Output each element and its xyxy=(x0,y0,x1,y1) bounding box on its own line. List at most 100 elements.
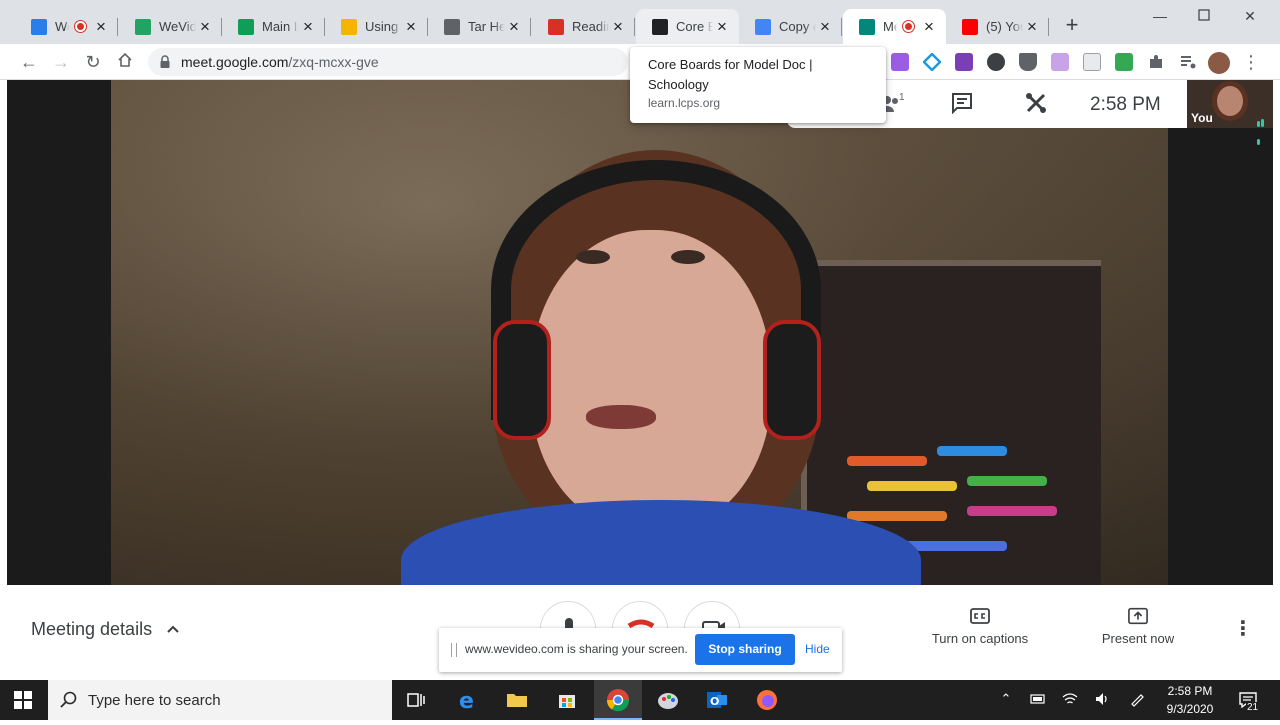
chrome-icon xyxy=(606,689,630,712)
reload-button[interactable]: ↻ xyxy=(81,50,105,74)
participant-count: 1 xyxy=(899,92,905,103)
profile-avatar[interactable] xyxy=(1208,52,1230,74)
person-face xyxy=(531,230,771,530)
captions-label: Turn on captions xyxy=(931,631,1029,646)
url-text: meet.google.com/zxq-mcxx-gve xyxy=(181,54,379,70)
more-options-button[interactable]: ⋮ xyxy=(1233,617,1253,641)
present-screen-icon xyxy=(1128,607,1148,625)
diamond-icon xyxy=(922,52,942,72)
share-message: www.wevideo.com is sharing your screen. xyxy=(465,642,688,656)
new-tab-button[interactable]: + xyxy=(1060,14,1084,38)
tab-hover-card: Core Boards for Model Doc | Schoology le… xyxy=(630,47,886,123)
person-eye xyxy=(671,250,705,264)
back-button[interactable]: ← xyxy=(17,50,41,74)
tab-separator xyxy=(841,18,842,36)
self-view-face xyxy=(1217,86,1243,116)
close-tab-icon[interactable]: × xyxy=(816,17,834,36)
stop-sharing-button[interactable]: Stop sharing xyxy=(695,634,795,665)
extension-purple-icon[interactable] xyxy=(891,53,909,71)
meet-clock: 2:58 PM xyxy=(1090,94,1161,115)
show-hidden-icons-button[interactable]: ⌃ xyxy=(998,691,1014,707)
present-label: Present now xyxy=(1101,631,1175,646)
taskbar-time[interactable]: 2:58 PM xyxy=(1160,684,1220,698)
address-bar[interactable]: meet.google.com/zxq-mcxx-gve xyxy=(148,48,628,76)
browser-tab[interactable]: We × xyxy=(15,9,118,44)
close-window-button[interactable]: ✕ xyxy=(1240,6,1260,26)
media-control-icon[interactable] xyxy=(1179,53,1197,71)
extensions-puzzle-icon[interactable] xyxy=(1147,53,1165,71)
taskbar-date[interactable]: 9/3/2020 xyxy=(1160,702,1220,716)
task-view-button[interactable] xyxy=(402,686,430,714)
wifi-icon[interactable] xyxy=(1062,691,1078,707)
browser-tab[interactable]: Me × xyxy=(843,9,946,44)
close-tab-icon[interactable]: × xyxy=(920,17,938,36)
close-tab-icon[interactable]: × xyxy=(92,17,110,36)
volume-icon[interactable] xyxy=(1094,691,1110,707)
svg-text:e: e xyxy=(459,689,474,714)
hide-share-bar-button[interactable]: Hide xyxy=(805,642,830,656)
meeting-details-button[interactable]: Meeting details xyxy=(31,619,152,640)
person-eye xyxy=(576,250,610,264)
battery-icon[interactable] xyxy=(1030,691,1046,707)
close-tab-icon[interactable]: × xyxy=(609,17,627,36)
tab-title: Me xyxy=(883,19,897,34)
tab-separator xyxy=(530,18,531,36)
close-tab-icon[interactable]: × xyxy=(505,17,523,36)
poster-stripe xyxy=(847,511,947,521)
maximize-button[interactable] xyxy=(1194,6,1214,26)
browser-tab[interactable]: Main In× xyxy=(222,9,325,44)
speaker-shape xyxy=(1096,693,1107,705)
extension-green-icon[interactable] xyxy=(1115,53,1133,71)
chat-button[interactable] xyxy=(951,92,975,116)
headphone-earcup-left xyxy=(493,320,551,440)
windows-start-icon[interactable] xyxy=(14,691,32,709)
browser-tab[interactable]: Core Bo× xyxy=(636,9,739,44)
present-now-button[interactable]: Present now xyxy=(1073,607,1203,646)
extension-puzzle-lilac-icon[interactable] xyxy=(1051,53,1069,71)
forward-button[interactable]: → xyxy=(49,50,73,74)
browser-tab[interactable]: Copy o× xyxy=(739,9,842,44)
close-tab-icon[interactable]: × xyxy=(299,17,317,36)
close-tab-icon[interactable]: × xyxy=(402,17,420,36)
paint-taskbar-button[interactable] xyxy=(654,686,682,714)
tab-title: Tar Hee xyxy=(468,19,505,34)
browser-tab[interactable]: Using A× xyxy=(325,9,428,44)
chrome-taskbar-button[interactable] xyxy=(594,680,642,720)
outlook-taskbar-button[interactable]: O xyxy=(703,686,731,714)
close-tab-icon[interactable]: × xyxy=(196,17,214,36)
edge-icon: e xyxy=(459,689,474,714)
extension-drive-icon[interactable] xyxy=(1019,53,1037,71)
poster-stripe xyxy=(847,456,927,466)
meet-stage xyxy=(7,80,1273,585)
svg-text:O: O xyxy=(710,695,719,708)
taskbar-search-box[interactable]: Type here to search xyxy=(48,680,392,720)
store-button[interactable] xyxy=(553,686,581,714)
browser-menu-button[interactable]: ⋮ xyxy=(1242,50,1260,74)
globe-icon xyxy=(444,18,460,35)
browser-tab[interactable]: (5) You× xyxy=(946,9,1049,44)
tab-title: Main In xyxy=(262,19,299,34)
pen-icon[interactable] xyxy=(1129,691,1145,707)
extension-pdf-icon[interactable] xyxy=(955,53,973,71)
edge-taskbar-button[interactable]: e xyxy=(453,686,481,714)
activities-button[interactable] xyxy=(1025,92,1049,116)
chevron-up-icon[interactable] xyxy=(165,621,181,637)
tab-title: Copy o xyxy=(779,19,816,34)
extension-reader-icon[interactable] xyxy=(1083,53,1101,71)
self-view-tile[interactable]: You xyxy=(1187,80,1273,145)
home-button[interactable] xyxy=(113,50,137,74)
extension-screencastify-icon[interactable] xyxy=(987,53,1005,71)
windows-taskbar: Type here to search e O ⌃ 2:58 PM 9/3/20… xyxy=(0,680,1280,720)
close-tab-icon[interactable]: × xyxy=(713,17,731,36)
close-tab-icon[interactable]: × xyxy=(1023,17,1041,36)
file-explorer-button[interactable] xyxy=(503,686,531,714)
browser-tab[interactable]: Tar Hee× xyxy=(428,9,531,44)
captions-button[interactable]: Turn on captions xyxy=(915,607,1045,646)
drag-handle-icon[interactable] xyxy=(451,643,457,657)
browser-tab[interactable]: Reading× xyxy=(532,9,635,44)
firefox-taskbar-button[interactable] xyxy=(753,686,781,714)
browser-tab[interactable]: WeVide× xyxy=(119,9,222,44)
self-label: You xyxy=(1191,111,1213,125)
minimize-button[interactable]: — xyxy=(1150,6,1170,26)
extension-diamond-icon[interactable] xyxy=(922,52,942,72)
